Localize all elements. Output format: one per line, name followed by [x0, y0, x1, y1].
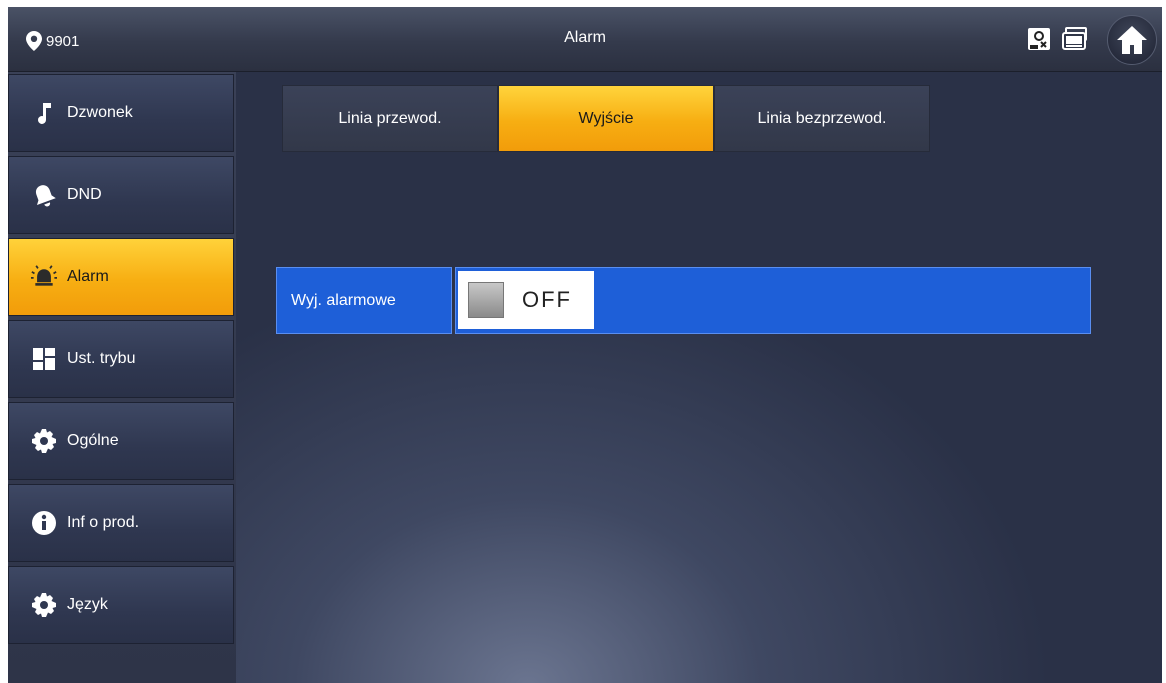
tab-wyjscie[interactable]: Wyjście: [498, 85, 714, 152]
page-title: Alarm: [564, 29, 606, 46]
alarm-output-label: Wyj. alarmowe: [276, 267, 452, 334]
sidebar-item-label: Język: [67, 596, 108, 613]
alarm-output-row: OFF: [455, 267, 1091, 334]
sidebar-item-label: DND: [67, 186, 102, 203]
toggle-knob: [468, 282, 504, 318]
tab-bar: Linia przewod. Wyjście Linia bezprzewod.: [282, 85, 930, 152]
alarm-icon: [31, 264, 57, 290]
sidebar-item-dzwonek[interactable]: Dzwonek: [8, 74, 234, 152]
top-bar: 9901 Alarm: [8, 7, 1162, 72]
alarm-output-toggle[interactable]: OFF: [458, 271, 594, 329]
sidebar-item-ogolne[interactable]: Ogólne: [8, 402, 234, 480]
sidebar-item-label: Ogólne: [67, 432, 119, 449]
gear-icon: [31, 592, 57, 618]
tab-linia-przewod[interactable]: Linia przewod.: [282, 85, 498, 152]
toggle-state: OFF: [522, 287, 572, 312]
music-note-icon: [31, 100, 57, 126]
screen: 9901 Alarm Dzwonek DND Alarm Ust. trybu …: [8, 7, 1162, 683]
sidebar-item-label: Dzwonek: [67, 104, 133, 121]
device-icon[interactable]: [1061, 27, 1089, 56]
sidebar-item-ust-trybu[interactable]: Ust. trybu: [8, 320, 234, 398]
tab-linia-bezprzewod[interactable]: Linia bezprzewod.: [714, 85, 930, 152]
home-icon: [1117, 26, 1147, 54]
mode-grid-icon: [31, 346, 57, 372]
sidebar-item-jezyk[interactable]: Język: [8, 566, 234, 644]
gear-icon: [31, 428, 57, 454]
sidebar-item-dnd[interactable]: DND: [8, 156, 234, 234]
camera-monitor-icon[interactable]: [1027, 27, 1051, 56]
home-button[interactable]: [1107, 15, 1157, 65]
sidebar-item-label: Inf o prod.: [67, 514, 140, 531]
sidebar-item-label: Ust. trybu: [67, 350, 136, 367]
info-icon: [31, 510, 57, 536]
bell-icon: [31, 182, 57, 208]
sidebar-item-alarm[interactable]: Alarm: [8, 238, 234, 316]
sidebar: Dzwonek DND Alarm Ust. trybu Ogólne Inf …: [8, 72, 236, 683]
sidebar-item-label: Alarm: [67, 268, 109, 285]
sidebar-item-inf-o-prod[interactable]: Inf o prod.: [8, 484, 234, 562]
